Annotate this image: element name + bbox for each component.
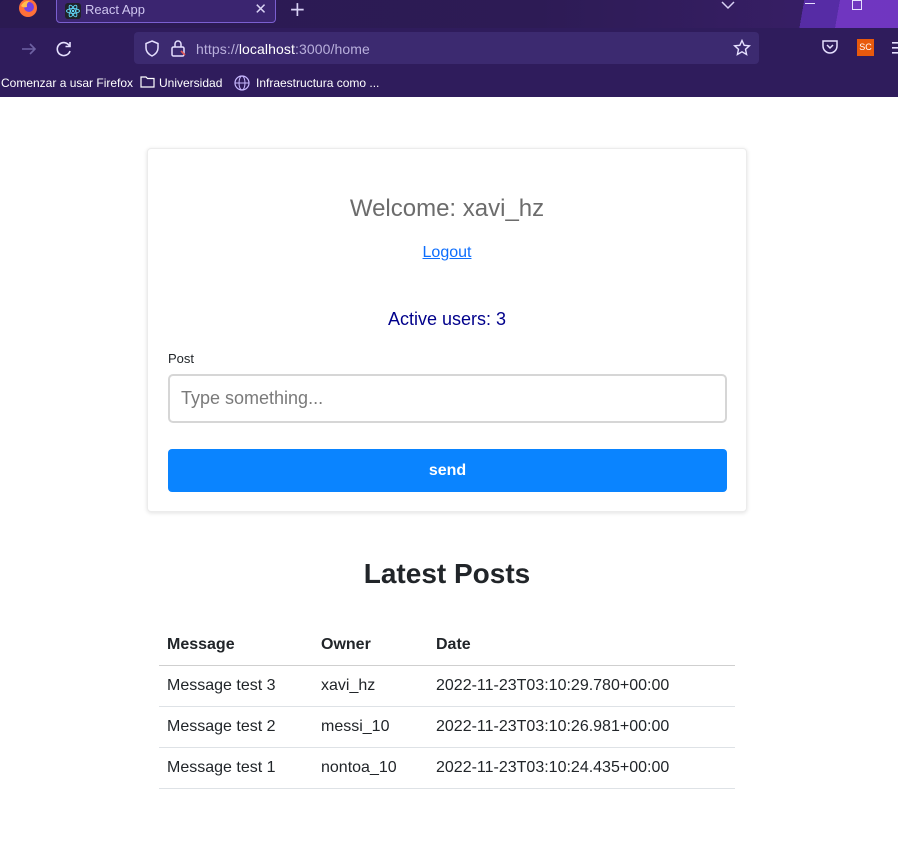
send-button[interactable]: send [168,449,727,492]
react-icon [65,3,81,19]
firefox-logo-icon[interactable] [18,0,38,18]
browser-navigation-bar: https://localhost:3000/home SC [0,28,898,70]
posts-table: Message Owner Date Message test 3 xavi_h… [159,625,735,789]
minimize-icon[interactable] [805,3,815,4]
browser-tab-strip: React App ✕ + [0,0,898,28]
cell-date: 2022-11-23T03:10:24.435+00:00 [428,747,735,789]
bookmark-infraestructura[interactable]: Infraestructura como ... [234,75,380,91]
table-row: Message test 2 messi_10 2022-11-23T03:10… [159,706,735,748]
column-header-message: Message [159,625,313,666]
folder-icon [140,76,155,88]
cell-owner: messi_10 [313,706,428,748]
cell-owner: nontoa_10 [313,747,428,789]
post-label: Post [168,351,195,366]
bookmark-label: Universidad [159,76,223,90]
column-header-owner: Owner [313,625,428,666]
list-tabs-chevron-icon[interactable] [720,0,736,12]
tab-close-icon[interactable]: ✕ [254,0,267,18]
bookmark-label: Infraestructura como ... [256,76,380,90]
cell-message: Message test 2 [159,706,313,748]
url-text[interactable]: https://localhost:3000/home [196,41,370,57]
cell-date: 2022-11-23T03:10:29.780+00:00 [428,665,735,707]
bookmark-star-icon[interactable] [733,39,751,57]
url-host: localhost [238,41,295,57]
window-controls-background [798,0,898,28]
maximize-icon[interactable] [852,0,862,10]
active-users-count: Active users: 3 [387,309,507,329]
table-row: Message test 1 nontoa_10 2022-11-23T03:1… [159,747,735,789]
url-prefix: https:// [196,41,239,57]
logout-link[interactable]: Logout [148,244,746,262]
globe-icon [234,75,250,91]
bookmarks-toolbar: Comenzar a usar Firefox Universidad Infr… [0,70,898,97]
tracking-protection-shield-icon[interactable] [144,40,160,57]
table-row: Message test 3 xavi_hz 2022-11-23T03:10:… [159,665,735,707]
url-path: :3000/home [294,41,370,57]
post-input[interactable] [168,374,727,423]
url-bar[interactable]: https://localhost:3000/home [134,32,759,64]
extension-sc-icon[interactable]: SC [857,39,874,56]
bookmark-folder-universidad[interactable]: Universidad [140,76,222,90]
latest-posts-heading: Latest Posts [363,558,531,589]
welcome-heading: Welcome: xavi_hz [349,195,545,222]
cell-message: Message test 3 [159,665,313,707]
overflow-menu-icon[interactable] [891,41,898,55]
column-header-date: Date [428,625,735,666]
new-tab-icon[interactable]: + [289,0,306,21]
pocket-icon[interactable] [821,38,839,56]
reload-icon[interactable] [53,38,75,60]
post-form-card: Welcome: xavi_hz Logout Active users: 3 … [147,148,747,512]
cell-owner: xavi_hz [313,665,428,707]
cell-message: Message test 1 [159,747,313,789]
tab-title: React App [85,2,145,17]
forward-arrow-icon[interactable] [18,38,40,60]
tab-react-app[interactable]: React App ✕ [56,0,276,23]
lock-icon[interactable] [170,39,186,57]
table-header-row: Message Owner Date [159,625,735,666]
cell-date: 2022-11-23T03:10:26.981+00:00 [428,706,735,748]
bookmark-getting-started[interactable]: Comenzar a usar Firefox [1,76,133,90]
